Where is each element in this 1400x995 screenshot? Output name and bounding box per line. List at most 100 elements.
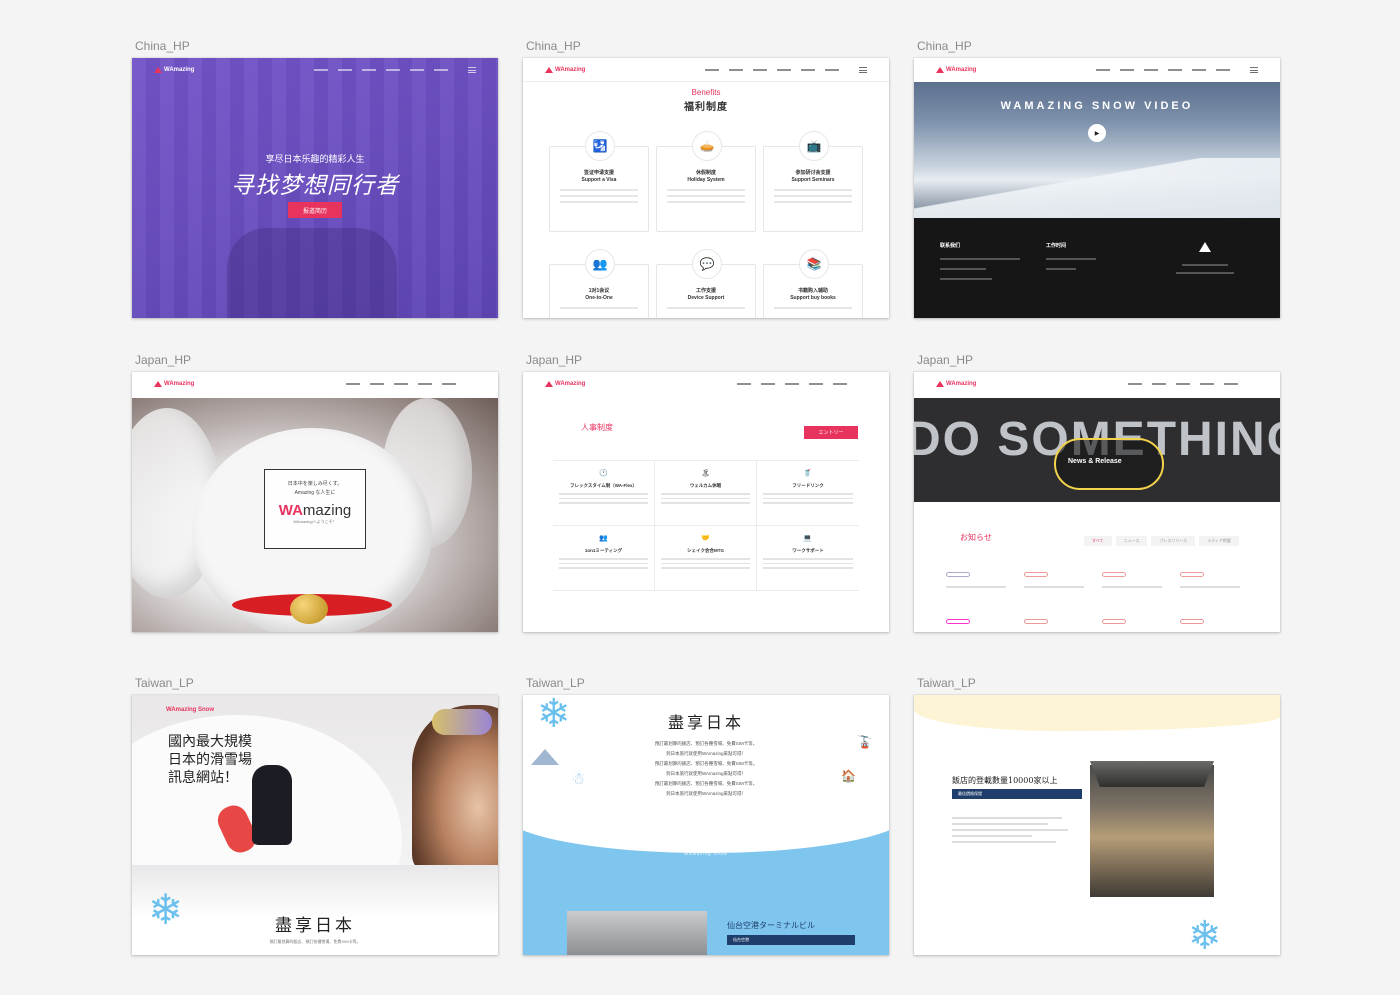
tab-all: すべて xyxy=(1084,536,1112,546)
site-header: WAmazing xyxy=(132,58,498,82)
benefit-subtitle: Support Seminars xyxy=(791,177,835,183)
gondola-icon: 🚡 xyxy=(857,735,872,749)
drink-icon: 🥤 xyxy=(803,470,812,477)
tab-news: ニュース xyxy=(1115,536,1148,546)
news-tag xyxy=(1102,619,1126,624)
section-title: 盡享日本 xyxy=(667,713,744,732)
thumbnail-japan-hp-news[interactable]: WAmazing DO SOMETHING GREAT News & Relea… xyxy=(914,372,1280,632)
section-title: 人事制度 xyxy=(581,423,613,432)
logo: WAmazing xyxy=(154,67,194,73)
holiday-icon: 🏝 xyxy=(701,470,710,477)
system-item-title: ワークサポート xyxy=(792,548,824,553)
nav xyxy=(705,68,839,71)
tab-media: メディア掲載 xyxy=(1199,536,1239,546)
card-label: Japan_HP xyxy=(917,353,974,367)
terminal-photo xyxy=(567,911,707,955)
card-label: Taiwan_LP xyxy=(526,676,585,690)
brand-logo: WAmazing Snow xyxy=(166,707,214,713)
tab-press: プレスリリース xyxy=(1151,536,1196,546)
system-grid: 🕐 フレックスタイム制（WA-Flex） 🏝 ウェルカム休暇 🥤 フリードリンク 👥 1… xyxy=(553,460,859,591)
thumbnail-china-hp-video[interactable]: WAmazing WAMAZING SNOW VIDEO ▶ 联系我们 工作时间 xyxy=(914,58,1280,318)
logo-mark-icon xyxy=(936,67,944,73)
logo-mark-icon xyxy=(154,381,162,387)
news-pill: News & Release xyxy=(1054,438,1164,490)
benefit-card: 🥧 休假制度 Holiday System xyxy=(656,131,756,232)
system-item: 💻 ワークサポート xyxy=(757,526,859,591)
thumbnail-china-hp-hero[interactable]: WAmazing 享尽日本乐趣的精彩人生 寻找梦想同行者 报道简历 xyxy=(132,58,498,318)
nav xyxy=(1128,383,1238,385)
system-item: 🏝 ウェルカム休暇 xyxy=(655,461,757,526)
benefit-text xyxy=(560,307,638,313)
benefit-title: 休假制度 xyxy=(695,170,716,176)
footer-logo-icon xyxy=(1199,242,1211,252)
mountain-icon xyxy=(531,749,559,765)
system-item-title: フレックスタイム制（WA-Flex） xyxy=(569,483,638,488)
slogan-line: 訊息網站！ xyxy=(168,770,238,786)
logo-mark-icon xyxy=(936,381,944,387)
news-tag xyxy=(1180,619,1204,624)
benefit-title: 参加研讨会支援 xyxy=(795,170,831,176)
logo: WAmazing xyxy=(936,381,976,387)
system-item-title: フリードリンク xyxy=(792,483,824,488)
thumbnail-china-hp-benefits[interactable]: WAmazing Benefits 福利制度 🛂 签证申请支援 Support … xyxy=(523,58,889,318)
snowman-icon: ☃ xyxy=(571,771,586,788)
benefit-subtitle: One-to-One xyxy=(585,295,613,301)
news-tag xyxy=(946,572,970,577)
thumbnail-taiwan-lp-snow[interactable]: ❄ 盡享日本 預訂最划算的飯店、預訂各種雪場、免費SIM卡等。 到日本旅行就使用… xyxy=(523,695,889,955)
footer: 联系我们 工作时间 xyxy=(914,218,1280,318)
video-hero: WAMAZING SNOW VIDEO ▶ xyxy=(914,82,1280,218)
benefit-title: 工作支援 xyxy=(695,288,716,294)
system-item: 🕐 フレックスタイム制（WA-Flex） xyxy=(553,461,655,526)
benefit-subtitle: Support buy books xyxy=(790,295,836,301)
news-tag xyxy=(946,619,970,624)
card-label: Taiwan_LP xyxy=(917,676,976,690)
hero-subtitle: 享尽日本乐趣的精彩人生 xyxy=(265,154,365,164)
watermark: WAmazing Snow xyxy=(684,851,728,856)
laptop-icon: 💻 xyxy=(803,535,812,542)
benefit-card: 💬 工作支援 Device Support xyxy=(656,249,756,318)
place-tag: 仙台空港 xyxy=(727,935,855,945)
slogan-line: 國內最大規模 xyxy=(168,734,252,750)
hero-line-2: Amazing な人生に xyxy=(294,490,336,496)
slogan-line: 日本的滑雪場 xyxy=(168,752,252,768)
thumbnail-japan-hp-system[interactable]: WAmazing 人事制度 エントリー 🕐 フレックスタイム制（WA-Flex） … xyxy=(523,372,889,632)
card-label: China_HP xyxy=(135,39,190,53)
handshake-icon: 🤝 xyxy=(701,535,710,542)
books-icon: 📚 xyxy=(799,249,829,279)
meeting-icon: 👥 xyxy=(585,249,615,279)
benefit-subtitle: Device Support xyxy=(687,295,725,301)
logo-mark-icon xyxy=(154,67,162,73)
menu-icon xyxy=(468,67,476,73)
section-title: お知らせ xyxy=(960,533,992,542)
nav xyxy=(1096,69,1230,71)
site-header: WAmazing xyxy=(132,372,498,396)
benefit-subtitle: Support a Visa xyxy=(581,177,617,183)
hero-caption: WAmazingへようこそ！ xyxy=(293,519,337,524)
seminar-icon: 📺 xyxy=(799,131,829,161)
thumbnail-taiwan-lp-hero[interactable]: WAmazing Snow 國內最大規模 日本的滑雪場 訊息網站！ ❄ 盡享日本… xyxy=(132,695,498,955)
system-item-title: 1on1ミーティング xyxy=(584,548,623,553)
logo: WAmazing xyxy=(545,66,585,73)
thumbnail-taiwan-lp-hotel[interactable]: 飯店的登載數量10000家以上 最佳價格保證 ❄ xyxy=(914,695,1280,955)
system-item: 🤝 シェイク会合MTG xyxy=(655,526,757,591)
site-header: WAmazing xyxy=(523,372,889,396)
hero-line-1: 日本中を楽しみ尽くす。 xyxy=(287,481,343,487)
ryokan-roof xyxy=(1090,761,1214,787)
logo: WAmazing xyxy=(545,381,585,387)
play-icon: ▶ xyxy=(1088,124,1106,142)
menu-icon xyxy=(1250,67,1258,73)
hero-title: 寻找梦想同行者 xyxy=(231,172,399,198)
header-band xyxy=(914,695,1280,731)
benefit-card: 🛂 签证申请支援 Support a Visa xyxy=(549,131,649,232)
thumbnail-japan-hp-hero[interactable]: WAmazing 日本中を楽しみ尽くす。 Amazing な人生に WAmazi… xyxy=(132,372,498,632)
card-label: China_HP xyxy=(526,39,581,53)
card-label: China_HP xyxy=(917,39,972,53)
benefit-subtitle: Holiday System xyxy=(687,177,725,183)
card-label: Taiwan_LP xyxy=(135,676,194,690)
device-icon: 💬 xyxy=(692,249,722,279)
benefit-text xyxy=(774,307,852,313)
benefit-title: 签证申请支援 xyxy=(583,170,614,176)
section-title-en: Benefits xyxy=(691,88,721,97)
section-title: 福利制度 xyxy=(684,102,728,113)
benefit-text xyxy=(560,189,638,207)
